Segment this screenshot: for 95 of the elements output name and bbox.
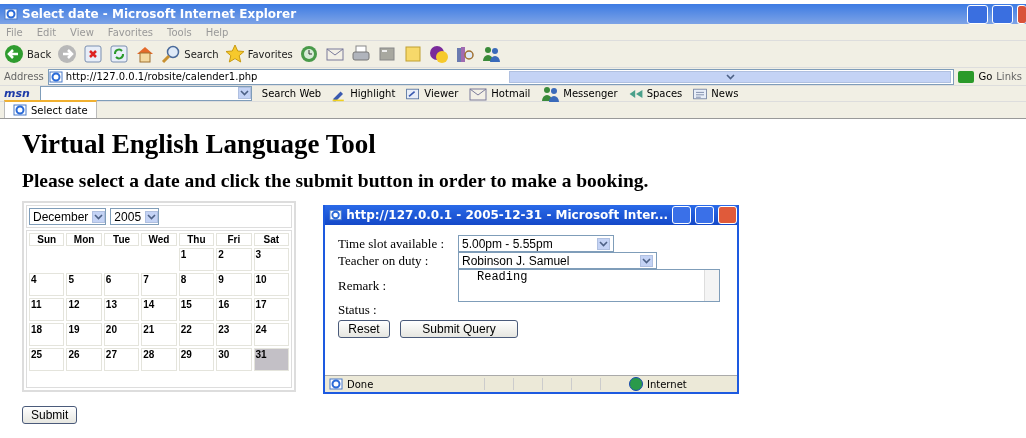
minimize-button[interactable] [967, 4, 988, 24]
day-cell[interactable]: 31 [253, 348, 289, 371]
weekday-header: Fri [216, 233, 252, 246]
books-icon[interactable] [454, 44, 475, 64]
close-button[interactable] [718, 206, 737, 224]
toolbar-label[interactable]: Messenger [563, 88, 618, 99]
star-icon[interactable] [224, 44, 245, 64]
search-icon[interactable] [161, 44, 182, 64]
day-cell[interactable]: 1 [178, 248, 215, 271]
toolbar-label[interactable]: Spaces [646, 88, 683, 99]
weekday-header: Wed [141, 233, 177, 246]
day-cell[interactable]: 8 [178, 273, 215, 296]
day-cell[interactable]: 15 [178, 298, 215, 321]
field-label: Teacher on duty : [338, 252, 430, 269]
field-label: Remark : [338, 277, 387, 294]
day-cell[interactable]: 3 [253, 248, 289, 271]
page-icon [13, 103, 27, 117]
weekday-header: Mon [66, 233, 102, 246]
day-cell[interactable]: 26 [66, 348, 102, 371]
browser-icon [329, 208, 343, 222]
form-button[interactable]: Submit Query [400, 320, 518, 338]
printer-icon[interactable] [350, 44, 371, 64]
toolbar-label[interactable]: Highlight [350, 88, 396, 99]
window-title: Select date - Microsoft Internet Explorer [22, 7, 298, 21]
search-web-button[interactable]: Search Web [261, 88, 322, 99]
close-button[interactable] [1017, 4, 1026, 24]
day-cell[interactable]: 20 [103, 323, 140, 346]
toolbar-label[interactable]: Favorites [247, 48, 293, 60]
weekday-header: Sun [29, 233, 65, 246]
instruction-text: Please select a date and click the submit button in order to make a booking. [22, 169, 650, 193]
teacher-select[interactable]: Robinson J. Samuel [458, 252, 657, 269]
day-cell[interactable]: 10 [253, 273, 289, 296]
field-label: Time slot available : [338, 235, 446, 252]
day-cell[interactable]: 4 [29, 273, 65, 296]
page-heading: Virtual English Language Tool [22, 128, 377, 160]
toolbar-label[interactable]: Viewer [424, 88, 459, 99]
field-label: Status : [338, 302, 378, 318]
day-cell[interactable]: 16 [216, 298, 252, 321]
weekday-header: Thu [178, 233, 215, 246]
day-cell[interactable]: 12 [66, 298, 102, 321]
day-cell[interactable]: 21 [141, 323, 177, 346]
day-cell[interactable]: 18 [29, 323, 65, 346]
day-cell[interactable]: 6 [103, 273, 140, 296]
links-button[interactable]: Links [996, 71, 1022, 82]
day-cell[interactable]: 5 [66, 273, 102, 296]
day-cell[interactable]: 23 [216, 323, 252, 346]
day-cell[interactable]: 29 [178, 348, 215, 371]
page-icon [329, 377, 343, 391]
browser-icon [4, 7, 18, 21]
weekday-header: Sat [253, 233, 289, 246]
day-cell[interactable]: 24 [253, 323, 289, 346]
day-cell[interactable]: 9 [216, 273, 252, 296]
time-slot-select[interactable]: 5.00pm - 5.55pm [458, 235, 614, 252]
search-field[interactable] [39, 86, 252, 101]
day-cell[interactable]: 14 [141, 298, 177, 321]
day-cell[interactable]: 13 [103, 298, 140, 321]
remark-field[interactable]: Reading [458, 269, 720, 302]
people-icon[interactable] [480, 44, 501, 64]
day-cell[interactable]: 2 [216, 248, 252, 271]
status-text: Done [347, 378, 375, 390]
stop-icon[interactable] [83, 44, 104, 64]
day-cell[interactable]: 30 [216, 348, 252, 371]
toolbar-label[interactable]: Back [27, 48, 52, 60]
form-button[interactable]: Reset [338, 320, 390, 338]
minimize-button[interactable] [672, 206, 692, 224]
maximize-button[interactable] [695, 206, 715, 224]
popup-title: http://127.0.0.1 - 2005-12-31 - Microsoft Inter... [346, 208, 669, 222]
day-cell[interactable]: 25 [29, 348, 65, 371]
history-icon[interactable] [298, 44, 319, 64]
year-select[interactable]: 2005 [110, 208, 160, 225]
toolbar-label[interactable]: News [711, 88, 739, 99]
day-cell[interactable]: 22 [178, 323, 215, 346]
day-cell[interactable]: 19 [66, 323, 102, 346]
day-cell[interactable]: 17 [253, 298, 289, 321]
refresh-icon[interactable] [109, 44, 130, 64]
toolbar-label[interactable]: Search [184, 48, 219, 60]
restore-button[interactable] [992, 4, 1013, 24]
go-button[interactable]: Go [978, 71, 993, 82]
day-cell[interactable]: 28 [141, 348, 177, 371]
globe-icon [629, 377, 643, 391]
address-label: Address [4, 71, 44, 82]
month-select[interactable]: December [29, 208, 107, 225]
document-icon[interactable] [376, 44, 397, 64]
day-cell[interactable]: 7 [141, 273, 177, 296]
zone-label: Internet [647, 378, 688, 390]
msn-logo[interactable]: msn [4, 87, 30, 100]
toolbar-label[interactable]: Hotmail [491, 88, 531, 99]
chat-face-icon[interactable] [428, 44, 449, 64]
browser-tab[interactable]: Select date [4, 100, 97, 118]
address-field[interactable]: http://127.0.0.1/robsite/calender1.php [47, 68, 955, 85]
day-cell[interactable]: 27 [103, 348, 140, 371]
submit-button[interactable]: Submit [22, 406, 78, 424]
weekday-header: Tue [103, 233, 140, 246]
day-cell[interactable]: 11 [29, 298, 65, 321]
page-icon [48, 69, 63, 84]
